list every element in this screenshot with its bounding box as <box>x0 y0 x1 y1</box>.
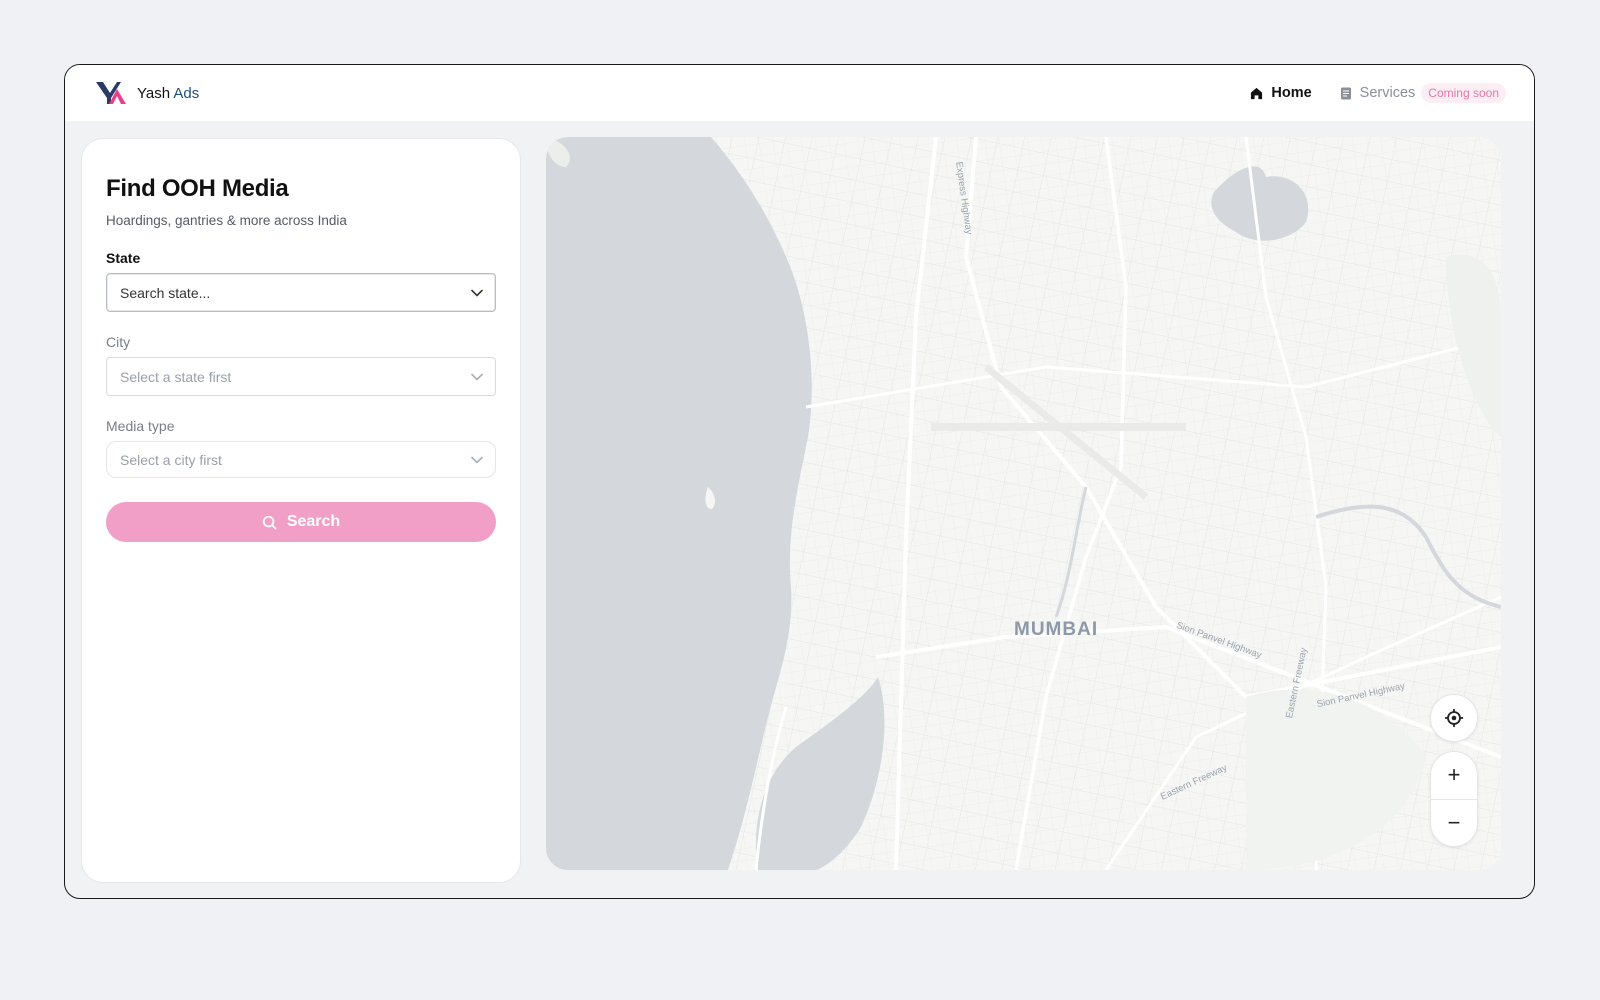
chevron-down-icon <box>471 456 483 464</box>
map-view[interactable]: Express Highway Sion Panvel Highway Sion… <box>546 137 1501 870</box>
zoom-in-button[interactable]: + <box>1430 752 1478 799</box>
home-icon <box>1251 87 1263 99</box>
main-nav: Home Services Coming soon <box>1250 83 1506 103</box>
nav-home[interactable]: Home <box>1250 85 1312 101</box>
media-type-select-placeholder: Select a city first <box>120 451 222 468</box>
nav-services[interactable]: Services <box>1340 85 1416 101</box>
city-select[interactable]: Select a state first <box>106 357 496 396</box>
brand-name-second: Ads <box>173 84 200 102</box>
nav-services-label: Services <box>1359 85 1416 101</box>
map-canvas[interactable] <box>546 137 1501 870</box>
top-navbar: Yash Ads Home Services Coming soon <box>65 65 1534 121</box>
media-type-select[interactable]: Select a city first <box>106 441 496 478</box>
locate-button[interactable] <box>1430 694 1478 742</box>
coming-soon-badge: Coming soon <box>1421 83 1506 103</box>
state-label: State <box>106 250 141 266</box>
panel-subtitle: Hoardings, gantries & more across India <box>106 213 347 228</box>
crosshair-icon <box>1445 709 1463 727</box>
search-icon <box>262 515 277 529</box>
search-button[interactable]: Search <box>106 502 496 542</box>
document-icon <box>1340 87 1351 99</box>
map-city-label: MUMBAI <box>1014 619 1099 640</box>
chevron-down-icon <box>471 373 483 381</box>
brand[interactable]: Yash Ads <box>95 81 199 105</box>
logo-icon <box>96 82 126 104</box>
app-window: Yash Ads Home Services Coming soon Find … <box>64 64 1535 899</box>
search-button-label: Search <box>286 513 341 530</box>
state-select-placeholder: Search state... <box>120 284 211 301</box>
state-select[interactable]: Search state... <box>106 273 496 312</box>
city-label: City <box>106 334 131 350</box>
search-panel: Find OOH Media Hoardings, gantries & mor… <box>81 138 521 883</box>
brand-name: Yash Ads <box>137 85 199 102</box>
city-select-placeholder: Select a state first <box>120 368 232 385</box>
zoom-out-button[interactable]: − <box>1430 799 1478 846</box>
chevron-down-icon <box>471 289 483 297</box>
nav-home-label: Home <box>1271 85 1312 101</box>
media-type-label: Media type <box>106 418 175 434</box>
brand-name-first: Yash <box>137 84 171 102</box>
zoom-controls: + − <box>1430 751 1478 847</box>
panel-title: Find OOH Media <box>106 175 289 202</box>
